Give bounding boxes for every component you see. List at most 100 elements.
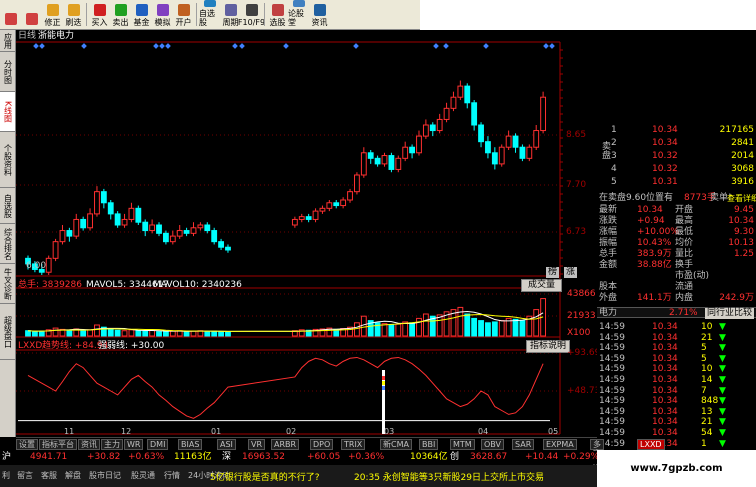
- toolbar-button-13[interactable]: 论股堂: [288, 0, 309, 29]
- indicator-help-button[interactable]: 指标说明: [526, 340, 571, 353]
- sell-row-3[interactable]: 4 10.32 3068: [597, 164, 756, 175]
- volume-bar: [519, 320, 526, 337]
- toolbar-button-2[interactable]: 修正: [42, 0, 63, 29]
- indicator-tab-8[interactable]: VR: [248, 439, 266, 450]
- small-tab-rise[interactable]: 涨: [564, 267, 578, 278]
- toolbar-button-0[interactable]: [0, 0, 21, 29]
- trade-volume: 5: [701, 343, 707, 354]
- sell-row-2[interactable]: 3 10.32 2014: [597, 151, 756, 162]
- stat-label: 股本: [599, 282, 618, 292]
- sidebar-tab-2[interactable]: K线图: [0, 92, 15, 132]
- indicator-label-mid: +48.73: [567, 386, 601, 396]
- chart-background: [16, 30, 597, 437]
- trade-row-6: 14:59 10.34 7 ▼: [597, 386, 756, 397]
- indicator-tab-1[interactable]: 指标平台: [39, 439, 77, 450]
- toolbar-button-3[interactable]: 刷迭: [63, 0, 84, 29]
- indicator-tab-0[interactable]: 设置: [16, 439, 38, 450]
- bottom-bar: 利留言 客服 解盘 股市日记 股灵通 行情 24小时滚动 5亿银行股是否真的不行了? 20:35…: [0, 465, 597, 487]
- stat-value-2: 242.9万: [719, 293, 754, 303]
- trade-volume: 1: [701, 438, 707, 449]
- news-headline-2[interactable]: 20:35 永创智能等3只新股29日上交所上市交易: [354, 470, 544, 483]
- volume-bar: [498, 320, 505, 337]
- stat-label: 涨幅: [599, 227, 618, 237]
- toolbar: 修正 刷迭 买入 卖出 基金 模拟 开户 自选股 周期 F10/F9 选股 论股堂 资讯: [0, 0, 420, 30]
- indicator-tab-10[interactable]: DPO: [310, 439, 334, 450]
- quote-panel: 卖盘 1 10.34 217165 2 10.34 2841 3 10.32 2014 4 10.32…: [597, 113, 756, 450]
- toolbar-button-6[interactable]: 基金: [131, 0, 152, 29]
- stat-value-2: 10.13: [728, 238, 754, 248]
- sidebar-tab-1[interactable]: 分时图: [0, 52, 15, 92]
- period-label[interactable]: 日线: [18, 31, 36, 42]
- sz-index: 16963.52: [242, 452, 285, 462]
- toolbar-label-12: 选股: [269, 18, 286, 27]
- sidebar-tab-0[interactable]: 应用: [0, 30, 15, 52]
- bottom-bar-item-4[interactable]: 股市日记: [89, 470, 121, 481]
- toolbar-button-1[interactable]: [21, 0, 42, 29]
- indicator-tab-14[interactable]: MTM: [450, 439, 475, 450]
- trade-row-5: 14:59 10.34 14 ▼: [597, 375, 756, 386]
- indicator-tab-17[interactable]: EXPMA: [543, 439, 577, 450]
- volume-bar: [156, 331, 162, 337]
- sector-name: 电力: [599, 308, 618, 318]
- indicator-tab-18[interactable]: 多空阻回股: [590, 439, 604, 485]
- indicator-tab-7[interactable]: ASI: [217, 439, 236, 450]
- down-arrow-icon: ▼: [719, 375, 726, 385]
- toolbar-button-4[interactable]: 买入: [89, 0, 110, 29]
- indicator-tab-3[interactable]: 主力: [101, 439, 123, 450]
- indicator-tab-19[interactable]: LXXD: [637, 439, 665, 450]
- indicator-tab-15[interactable]: OBV: [481, 439, 505, 450]
- toolbar-button-8[interactable]: 开户: [173, 0, 194, 29]
- indicator-tab-2[interactable]: 资讯: [78, 439, 100, 450]
- stat-row-5: 金额 38.88亿 换手: [597, 260, 756, 271]
- sidebar-tab-3[interactable]: 个股资料: [0, 132, 15, 188]
- sidebar-tab-6[interactable]: 牛叉诊断: [0, 264, 15, 304]
- indicator-tab-6[interactable]: BIAS: [178, 439, 203, 450]
- volume-button[interactable]: 成交量: [521, 279, 563, 292]
- volume-bar: [512, 318, 519, 337]
- cy-change: +10.44: [525, 452, 559, 462]
- candle-body: [135, 207, 142, 223]
- volume-bar: [142, 330, 149, 337]
- info-link[interactable]: 查看详细: [727, 193, 756, 204]
- sidebar-tab-4[interactable]: 自选股: [0, 188, 15, 224]
- volume-bar: [478, 320, 484, 337]
- chart-area: 日线 浙能电力 8.65 7.70 6.73 6.00 榜 涨 总手: 3839…: [16, 30, 601, 437]
- indicator-tab-16[interactable]: SAR: [512, 439, 535, 450]
- stat-label: 最新: [599, 205, 618, 215]
- bottom-bar-item-3[interactable]: 解盘: [65, 470, 81, 481]
- sell-row-4[interactable]: 5 10.31 3916: [597, 177, 756, 188]
- bottom-bar-item-5[interactable]: 股灵通: [131, 470, 155, 481]
- indicator-tab-4[interactable]: WR: [124, 439, 144, 450]
- sector-compare-button[interactable]: 同行业比较: [704, 308, 754, 319]
- toolbar-button-9[interactable]: 自选股: [199, 0, 220, 29]
- indicator-tab-11[interactable]: TRIX: [341, 439, 366, 450]
- bottom-bar-item-0[interactable]: 利: [2, 470, 10, 481]
- stat-value-2: 10.34: [728, 216, 754, 226]
- sector-row[interactable]: 电力 2.71% 同行业比较: [597, 307, 756, 319]
- candle-body: [533, 130, 540, 148]
- sell-row-1[interactable]: 2 10.34 2841: [597, 138, 756, 149]
- volume-bar: [485, 322, 491, 337]
- toolbar-button-5[interactable]: 卖出: [110, 0, 131, 29]
- price-label-2: 7.70: [566, 180, 587, 190]
- stat-value: 10.43%: [637, 238, 672, 248]
- indicator-tab-13[interactable]: BBI: [419, 439, 439, 450]
- sell-row-0[interactable]: 1 10.34 217165: [597, 125, 756, 136]
- bottom-bar-item-2[interactable]: 客服: [41, 470, 57, 481]
- small-tab-rank[interactable]: 榜: [546, 267, 560, 278]
- toolbar-button-7[interactable]: 模拟: [152, 0, 173, 29]
- news-headline-1[interactable]: 5亿银行股是否真的不行了?: [210, 470, 320, 483]
- toolbar-button-11[interactable]: F10/F9: [238, 0, 265, 29]
- toolbar-button-12[interactable]: 选股: [267, 0, 288, 29]
- indicator-tab-5[interactable]: DMI: [147, 439, 169, 450]
- sidebar-tab-5[interactable]: 综合排名: [0, 224, 15, 264]
- toolbar-button-14[interactable]: 资讯: [309, 0, 330, 29]
- candle-body: [142, 221, 149, 232]
- indicator-tab-12[interactable]: 新CMA: [380, 439, 412, 450]
- bottom-bar-item-1[interactable]: 留言: [17, 470, 33, 481]
- sidebar-tab-7[interactable]: 超级盘口: [0, 304, 15, 360]
- stat-label-2: 换手: [675, 260, 694, 270]
- bottom-bar-item-6[interactable]: 行情: [164, 470, 180, 481]
- indicator-tab-9[interactable]: ARBR: [271, 439, 300, 450]
- candle-body: [312, 210, 319, 220]
